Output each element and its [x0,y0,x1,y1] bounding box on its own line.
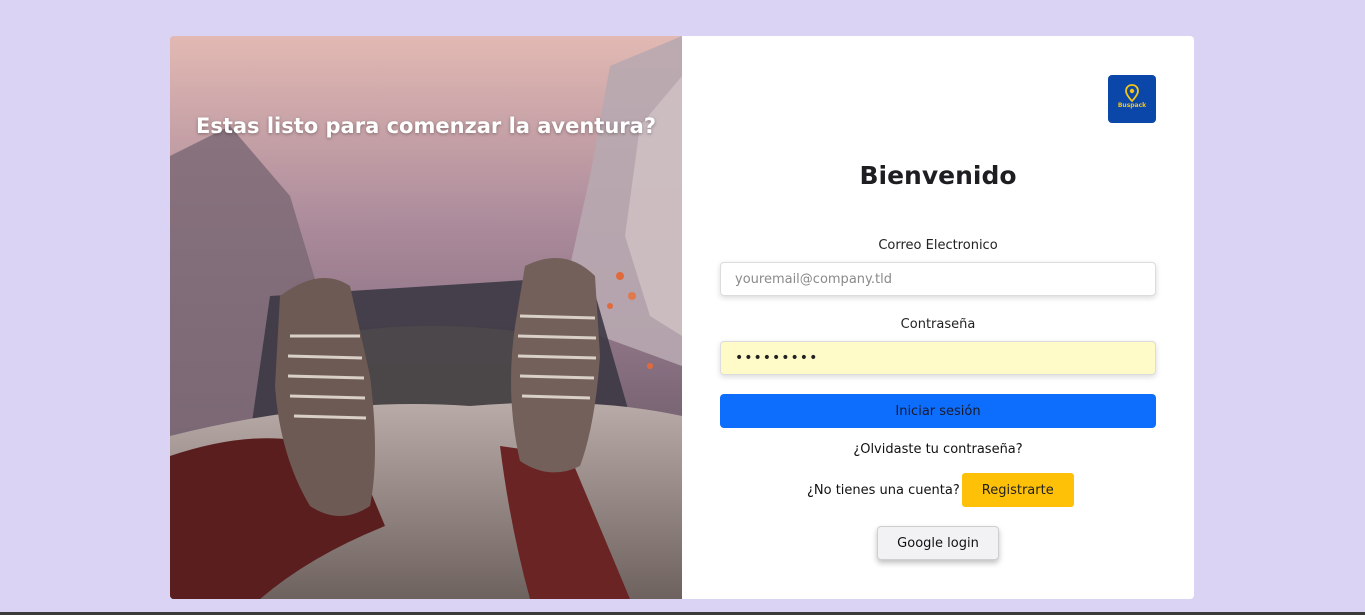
email-field[interactable] [720,262,1156,296]
register-button[interactable]: Registrarte [961,473,1074,507]
hero-image-panel: Estas listo para comenzar la aventura? [170,36,682,599]
forgot-password-link[interactable]: ¿Olvidaste tu contraseña? [720,442,1156,457]
location-pin-icon [1125,84,1139,103]
welcome-heading: Bienvenido [859,161,1017,190]
password-field[interactable]: ••••••••• [720,341,1156,375]
brand-logo: Buspack [1108,75,1156,123]
no-account-text: ¿No tienes una cuenta? [807,482,960,498]
email-label: Correo Electronico [878,238,998,253]
login-card: Estas listo para comenzar la aventura? B… [170,36,1194,599]
signup-row: ¿No tienes una cuenta? Registrarte [807,473,1074,507]
hero-title: Estas listo para comenzar la aventura? [195,114,657,138]
logo-text: Buspack [1117,102,1147,109]
login-button[interactable]: Iniciar sesión [720,394,1156,428]
google-login-button[interactable]: Google login [877,526,999,560]
password-label: Contraseña [900,317,976,332]
